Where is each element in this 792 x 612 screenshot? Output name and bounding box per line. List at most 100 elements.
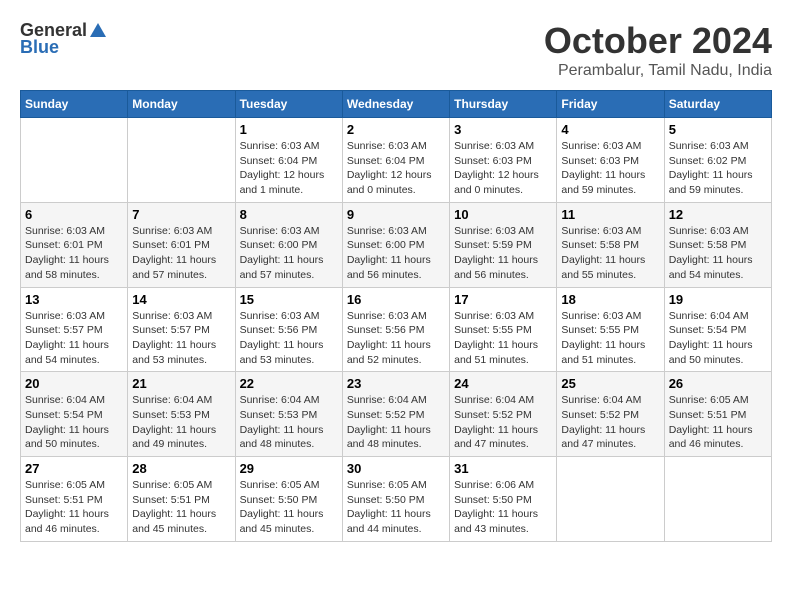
logo-blue: Blue	[20, 37, 59, 58]
day-info: Sunrise: 6:03 AM Sunset: 6:04 PM Dayligh…	[240, 139, 338, 198]
header: General Blue October 2024 Perambalur, Ta…	[20, 20, 772, 80]
calendar-cell: 26 Sunrise: 6:05 AM Sunset: 5:51 PM Dayli…	[664, 372, 771, 457]
day-info: Sunrise: 6:04 AM Sunset: 5:52 PM Dayligh…	[454, 393, 552, 452]
day-info: Sunrise: 6:05 AM Sunset: 5:51 PM Dayligh…	[25, 478, 123, 537]
day-number: 13	[25, 292, 123, 307]
day-number: 23	[347, 376, 445, 391]
calendar-cell: 24 Sunrise: 6:04 AM Sunset: 5:52 PM Dayli…	[450, 372, 557, 457]
title-area: October 2024 Perambalur, Tamil Nadu, Ind…	[544, 20, 772, 80]
calendar-cell: 4Sunrise: 6:03 AM Sunset: 6:03 PM Daylig…	[557, 118, 664, 203]
day-number: 26	[669, 376, 767, 391]
day-number: 27	[25, 461, 123, 476]
day-number: 30	[347, 461, 445, 476]
day-number: 12	[669, 207, 767, 222]
calendar-cell: 22Sunrise: 6:04 AM Sunset: 5:53 PM Dayli…	[235, 372, 342, 457]
calendar-cell: 19 Sunrise: 6:04 AM Sunset: 5:54 PM Dayli…	[664, 287, 771, 372]
calendar-cell: 20Sunrise: 6:04 AM Sunset: 5:54 PM Dayli…	[21, 372, 128, 457]
day-number: 22	[240, 376, 338, 391]
calendar-week-row: 1 Sunrise: 6:03 AM Sunset: 6:04 PM Daylig…	[21, 118, 772, 203]
day-info: Sunrise: 6:04 AM Sunset: 5:53 PM Dayligh…	[132, 393, 230, 452]
calendar-cell: 8 Sunrise: 6:03 AM Sunset: 6:00 PM Daylig…	[235, 202, 342, 287]
calendar-cell: 7Sunrise: 6:03 AM Sunset: 6:01 PM Daylig…	[128, 202, 235, 287]
calendar-cell: 3Sunrise: 6:03 AM Sunset: 6:03 PM Daylig…	[450, 118, 557, 203]
day-info: Sunrise: 6:04 AM Sunset: 5:54 PM Dayligh…	[669, 309, 767, 368]
day-info: Sunrise: 6:03 AM Sunset: 6:01 PM Dayligh…	[25, 224, 123, 283]
calendar-cell: 14 Sunrise: 6:03 AM Sunset: 5:57 PM Dayli…	[128, 287, 235, 372]
calendar-cell	[664, 457, 771, 542]
day-number: 14	[132, 292, 230, 307]
calendar-cell: 2Sunrise: 6:03 AM Sunset: 6:04 PM Daylig…	[342, 118, 449, 203]
day-number: 15	[240, 292, 338, 307]
header-cell-tuesday: Tuesday	[235, 91, 342, 118]
calendar-cell: 16 Sunrise: 6:03 AM Sunset: 5:56 PM Dayli…	[342, 287, 449, 372]
day-number: 29	[240, 461, 338, 476]
calendar-cell	[21, 118, 128, 203]
day-number: 10	[454, 207, 552, 222]
day-number: 19	[669, 292, 767, 307]
calendar-cell	[128, 118, 235, 203]
day-info: Sunrise: 6:03 AM Sunset: 5:57 PM Dayligh…	[132, 309, 230, 368]
day-info: Sunrise: 6:03 AM Sunset: 5:55 PM Dayligh…	[454, 309, 552, 368]
day-number: 5	[669, 122, 767, 137]
header-cell-friday: Friday	[557, 91, 664, 118]
calendar-cell: 31 Sunrise: 6:06 AM Sunset: 5:50 PM Dayli…	[450, 457, 557, 542]
logo-triangle-icon	[89, 21, 107, 39]
day-number: 25	[561, 376, 659, 391]
day-info: Sunrise: 6:03 AM Sunset: 5:55 PM Dayligh…	[561, 309, 659, 368]
day-info: Sunrise: 6:03 AM Sunset: 6:02 PM Dayligh…	[669, 139, 767, 198]
calendar-cell: 18 Sunrise: 6:03 AM Sunset: 5:55 PM Dayli…	[557, 287, 664, 372]
day-info: Sunrise: 6:05 AM Sunset: 5:50 PM Dayligh…	[240, 478, 338, 537]
day-number: 6	[25, 207, 123, 222]
day-info: Sunrise: 6:04 AM Sunset: 5:52 PM Dayligh…	[347, 393, 445, 452]
calendar-cell: 27 Sunrise: 6:05 AM Sunset: 5:51 PM Dayli…	[21, 457, 128, 542]
calendar-cell: 11Sunrise: 6:03 AM Sunset: 5:58 PM Dayli…	[557, 202, 664, 287]
day-info: Sunrise: 6:03 AM Sunset: 5:59 PM Dayligh…	[454, 224, 552, 283]
calendar-week-row: 13 Sunrise: 6:03 AM Sunset: 5:57 PM Dayli…	[21, 287, 772, 372]
calendar-cell: 28 Sunrise: 6:05 AM Sunset: 5:51 PM Dayli…	[128, 457, 235, 542]
calendar-cell: 25 Sunrise: 6:04 AM Sunset: 5:52 PM Dayli…	[557, 372, 664, 457]
calendar-cell: 23 Sunrise: 6:04 AM Sunset: 5:52 PM Dayli…	[342, 372, 449, 457]
day-info: Sunrise: 6:03 AM Sunset: 5:56 PM Dayligh…	[240, 309, 338, 368]
calendar-cell: 1 Sunrise: 6:03 AM Sunset: 6:04 PM Daylig…	[235, 118, 342, 203]
day-number: 9	[347, 207, 445, 222]
calendar-cell: 21Sunrise: 6:04 AM Sunset: 5:53 PM Dayli…	[128, 372, 235, 457]
header-cell-saturday: Saturday	[664, 91, 771, 118]
header-cell-sunday: Sunday	[21, 91, 128, 118]
calendar-cell: 30Sunrise: 6:05 AM Sunset: 5:50 PM Dayli…	[342, 457, 449, 542]
day-info: Sunrise: 6:03 AM Sunset: 5:56 PM Dayligh…	[347, 309, 445, 368]
day-info: Sunrise: 6:04 AM Sunset: 5:52 PM Dayligh…	[561, 393, 659, 452]
calendar-cell: 9Sunrise: 6:03 AM Sunset: 6:00 PM Daylig…	[342, 202, 449, 287]
day-info: Sunrise: 6:03 AM Sunset: 6:01 PM Dayligh…	[132, 224, 230, 283]
day-number: 1	[240, 122, 338, 137]
day-info: Sunrise: 6:03 AM Sunset: 6:00 PM Dayligh…	[240, 224, 338, 283]
day-number: 31	[454, 461, 552, 476]
calendar-cell	[557, 457, 664, 542]
calendar-table: SundayMondayTuesdayWednesdayThursdayFrid…	[20, 90, 772, 542]
day-number: 8	[240, 207, 338, 222]
calendar-cell: 13Sunrise: 6:03 AM Sunset: 5:57 PM Dayli…	[21, 287, 128, 372]
calendar-cell: 6 Sunrise: 6:03 AM Sunset: 6:01 PM Daylig…	[21, 202, 128, 287]
calendar-cell: 29 Sunrise: 6:05 AM Sunset: 5:50 PM Dayli…	[235, 457, 342, 542]
day-number: 24	[454, 376, 552, 391]
day-info: Sunrise: 6:06 AM Sunset: 5:50 PM Dayligh…	[454, 478, 552, 537]
calendar-cell: 10 Sunrise: 6:03 AM Sunset: 5:59 PM Dayli…	[450, 202, 557, 287]
day-info: Sunrise: 6:05 AM Sunset: 5:51 PM Dayligh…	[669, 393, 767, 452]
location-title: Perambalur, Tamil Nadu, India	[544, 62, 772, 80]
day-number: 17	[454, 292, 552, 307]
day-number: 18	[561, 292, 659, 307]
day-info: Sunrise: 6:05 AM Sunset: 5:51 PM Dayligh…	[132, 478, 230, 537]
month-title: October 2024	[544, 20, 772, 62]
logo: General Blue	[20, 20, 107, 58]
calendar-cell: 17 Sunrise: 6:03 AM Sunset: 5:55 PM Dayli…	[450, 287, 557, 372]
day-number: 11	[561, 207, 659, 222]
day-number: 4	[561, 122, 659, 137]
calendar-header-row: SundayMondayTuesdayWednesdayThursdayFrid…	[21, 91, 772, 118]
calendar-week-row: 27 Sunrise: 6:05 AM Sunset: 5:51 PM Dayli…	[21, 457, 772, 542]
calendar-cell: 12Sunrise: 6:03 AM Sunset: 5:58 PM Dayli…	[664, 202, 771, 287]
day-number: 28	[132, 461, 230, 476]
day-number: 20	[25, 376, 123, 391]
calendar-week-row: 6 Sunrise: 6:03 AM Sunset: 6:01 PM Daylig…	[21, 202, 772, 287]
day-number: 3	[454, 122, 552, 137]
day-number: 16	[347, 292, 445, 307]
header-cell-monday: Monday	[128, 91, 235, 118]
